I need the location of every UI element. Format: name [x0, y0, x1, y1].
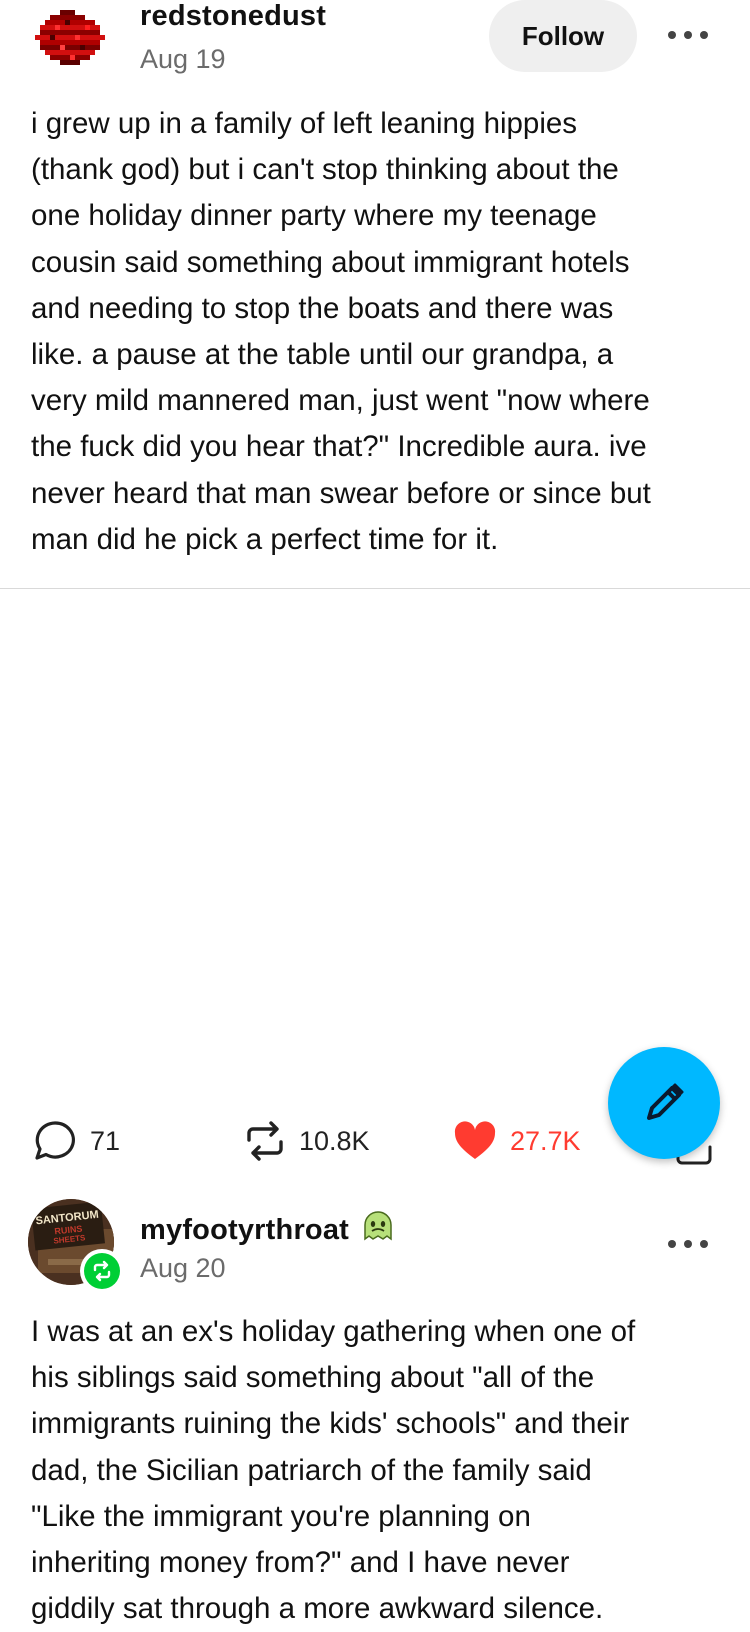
heart-icon [454, 1121, 496, 1159]
dot-icon [668, 31, 676, 39]
reblog-badge [80, 1249, 124, 1293]
reply-count: 71 [90, 1125, 121, 1156]
reblog-arrows-icon [247, 1121, 283, 1161]
post-body-text: i grew up in a family of left leaning hi… [31, 107, 651, 556]
like-button[interactable]: 27.7K [452, 1118, 581, 1164]
post-date[interactable]: Aug 19 [140, 44, 226, 75]
dot-icon [668, 1240, 676, 1248]
username-text: myfootyrthroat [140, 1214, 350, 1246]
follow-button[interactable]: Follow [489, 0, 637, 72]
reblog-count: 10.8K [299, 1125, 370, 1156]
compose-button[interactable] [608, 1047, 720, 1159]
post-username[interactable]: myfootyrthroat [140, 1209, 395, 1247]
post-username[interactable]: redstonedust [140, 0, 326, 33]
post-body-text: I was at an ex's holiday gathering when … [31, 1315, 636, 1626]
dot-icon [684, 31, 692, 39]
more-options-button[interactable] [668, 1237, 708, 1251]
dot-icon [684, 1240, 692, 1248]
post-redstonedust: redstonedust Aug 19 Follow i grew up in … [0, 0, 750, 589]
avatar-redstonedust[interactable] [35, 5, 105, 75]
post-date[interactable]: Aug 20 [140, 1253, 226, 1284]
dot-icon [700, 1240, 708, 1248]
dot-icon [700, 31, 708, 39]
pencil-icon [647, 1083, 684, 1120]
more-options-button[interactable] [668, 28, 708, 42]
sick-ghost-emoji-icon [364, 1211, 393, 1241]
speech-bubble-icon [35, 1121, 75, 1160]
redstone-dust-icon [35, 10, 105, 65]
reblog-icon [93, 1260, 111, 1282]
like-count: 27.7K [510, 1125, 581, 1156]
reblog-button[interactable]: 10.8K [243, 1118, 370, 1164]
reply-button[interactable]: 71 [32, 1118, 120, 1164]
